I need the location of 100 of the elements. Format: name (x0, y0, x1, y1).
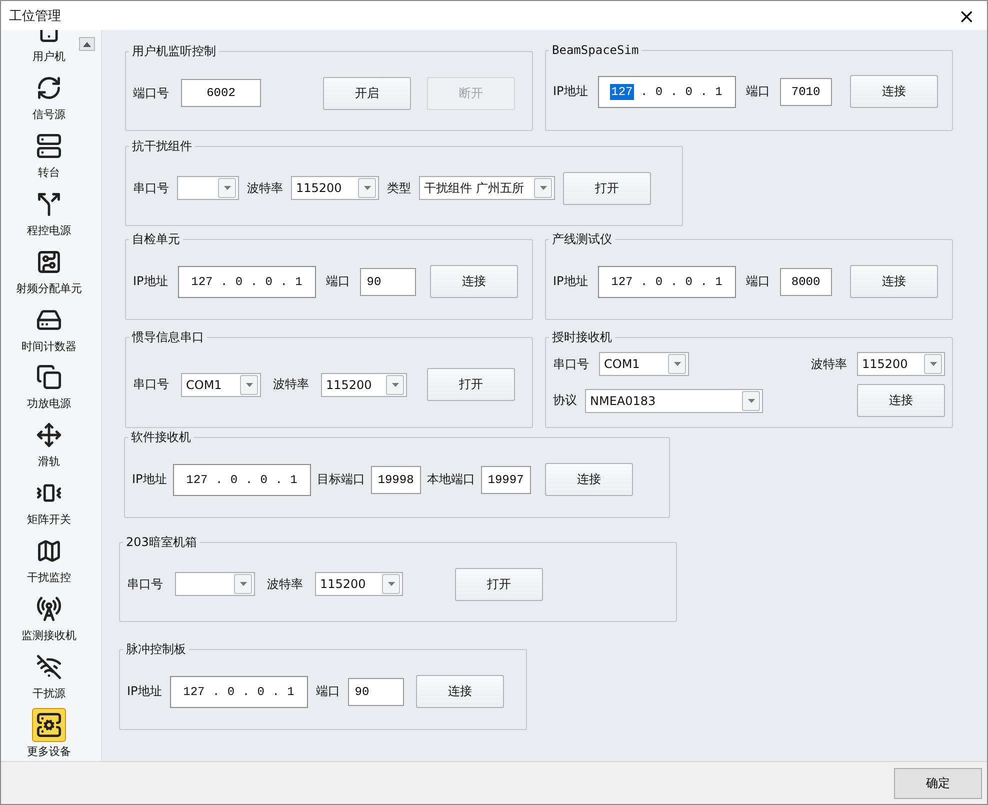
ip-octet[interactable]: 1 (286, 684, 296, 700)
dropdown[interactable] (175, 572, 255, 596)
ip-dot: . (700, 84, 708, 98)
sidebar-item[interactable]: 转台 (1, 124, 97, 182)
field-label: IP地址 (133, 273, 168, 290)
field-label: IP地址 (127, 683, 162, 700)
ip-address-field[interactable]: 127 . 0 . 0 . 1 (178, 266, 316, 298)
field-label: 本地端口 (426, 471, 475, 488)
action-button[interactable]: 打开 (427, 368, 515, 401)
ip-address-field[interactable]: 127 . 0 . 0 . 1 (598, 76, 736, 108)
dropdown[interactable]: COM1 (599, 352, 689, 376)
close-button[interactable]: × (954, 6, 979, 26)
ip-octet[interactable]: 127 (185, 472, 209, 488)
sidebar-item[interactable]: 矩阵开关 (1, 471, 97, 530)
field-label: 目标端口 (316, 471, 365, 488)
sidebar-item[interactable]: 程控电源 (1, 182, 97, 240)
dropdown[interactable]: COM1 (181, 372, 261, 396)
group-title: 产线测试仪 (551, 231, 613, 248)
field-label: IP地址 (553, 83, 588, 100)
sidebar-item[interactable]: 射频分配单元 (1, 240, 97, 298)
dropdown[interactable]: 115200 (857, 352, 945, 376)
action-button[interactable]: 打开 (455, 568, 543, 600)
port-field[interactable]: 19997 (480, 466, 531, 494)
ok-button[interactable]: 确定 (894, 768, 982, 798)
ip-address-field[interactable]: 127 . 0 . 0 . 1 (172, 464, 311, 496)
ip-octet[interactable]: 1 (289, 472, 298, 488)
action-button[interactable]: 连接 (544, 463, 633, 496)
sidebar-item[interactable]: 用户机 (1, 30, 97, 66)
ip-octet[interactable]: 0 (234, 274, 244, 290)
port-field[interactable]: 90 (348, 678, 404, 706)
action-button[interactable]: 连接 (850, 75, 938, 108)
ip-octet[interactable]: 0 (256, 684, 266, 700)
ip-dot: . (250, 274, 258, 288)
ip-octet[interactable]: 0 (654, 274, 664, 290)
ip-octet[interactable]: 127 (610, 84, 634, 100)
field-label: 端口 (746, 273, 770, 290)
group-title: BeamSpaceSim (551, 43, 640, 57)
port-field[interactable]: 90 (360, 268, 416, 296)
field-label: 端口 (746, 83, 770, 100)
ip-dot: . (670, 274, 678, 288)
ip-octet[interactable]: 0 (259, 472, 268, 488)
ip-address-field[interactable]: 127 . 0 . 0 . 1 (170, 676, 308, 708)
dropdown-value: NMEA0183 (590, 394, 656, 408)
dropdown[interactable]: 115200 (321, 372, 407, 396)
field-label: 波特率 (247, 180, 283, 196)
sidebar-item[interactable]: 滑轨 (1, 413, 97, 472)
group-title: 抗干扰组件 (131, 138, 193, 155)
dropdown-value: 115200 (862, 357, 908, 371)
port-field[interactable]: 8000 (780, 268, 832, 296)
ip-dot: . (212, 684, 220, 698)
port-field[interactable]: 7010 (780, 78, 832, 106)
dropdown[interactable]: 干扰组件 广州五所 (419, 176, 555, 200)
action-button[interactable]: 连接 (857, 384, 945, 417)
ip-octet[interactable]: 1 (294, 274, 304, 290)
field-label: 串口号 (127, 576, 163, 592)
action-button[interactable]: 连接 (430, 265, 518, 298)
port-field[interactable]: 19998 (370, 466, 421, 494)
server-cog-icon (32, 708, 66, 742)
field-label: 波特率 (267, 576, 303, 592)
ip-octet[interactable]: 127 (610, 274, 634, 290)
action-button[interactable]: 打开 (563, 172, 651, 204)
group-title: 用户机监听控制 (131, 43, 217, 60)
ip-octet[interactable]: 0 (226, 684, 236, 700)
field-label: 协议 (553, 392, 577, 409)
action-button[interactable]: 连接 (416, 675, 504, 708)
sidebar-item[interactable]: 监测接收机 (1, 587, 97, 646)
group-title: 授时接收机 (551, 329, 613, 346)
dropdown-value: 干扰组件 广州五所 (424, 180, 524, 196)
ip-octet[interactable]: 0 (684, 84, 694, 100)
action-button[interactable]: 开启 (323, 76, 411, 110)
sidebar-item[interactable]: 更多设备 (1, 703, 97, 761)
ip-octet[interactable]: 1 (714, 84, 724, 100)
field-label: 类型 (387, 180, 411, 196)
action-button[interactable]: 连接 (850, 265, 938, 298)
port-field[interactable]: 6002 (181, 79, 261, 107)
field-label: 串口号 (133, 180, 169, 196)
dropdown[interactable]: 115200 (315, 572, 403, 596)
ip-address-field[interactable]: 127 . 0 . 0 . 1 (598, 266, 736, 298)
ip-octet[interactable]: 127 (182, 684, 206, 700)
ip-octet[interactable]: 1 (714, 274, 724, 290)
scroll-up-button[interactable] (79, 37, 95, 51)
dropdown[interactable]: 115200 (291, 176, 379, 200)
field-label: 串口号 (553, 356, 589, 372)
ip-octet[interactable]: 0 (654, 84, 664, 100)
ip-octet[interactable]: 0 (684, 274, 694, 290)
field-label: IP地址 (553, 273, 588, 290)
group-title: 203暗室机箱 (125, 534, 198, 551)
sidebar-item[interactable]: 功放电源 (1, 356, 97, 414)
group-title: 脉冲控制板 (125, 641, 187, 658)
dropdown[interactable] (177, 176, 239, 200)
sidebar-item[interactable]: 信号源 (1, 66, 97, 124)
dropdown[interactable]: NMEA0183 (585, 388, 763, 412)
sidebar-item[interactable]: 干扰源 (1, 645, 97, 704)
ip-octet[interactable]: 127 (190, 274, 214, 290)
field-label: IP地址 (132, 471, 167, 488)
sidebar-item[interactable]: 时间计数器 (1, 298, 97, 356)
ip-octet[interactable]: 0 (229, 472, 239, 488)
sidebar-item[interactable]: 干扰监控 (1, 529, 97, 588)
ip-dot: . (242, 684, 250, 698)
ip-octet[interactable]: 0 (264, 274, 274, 290)
